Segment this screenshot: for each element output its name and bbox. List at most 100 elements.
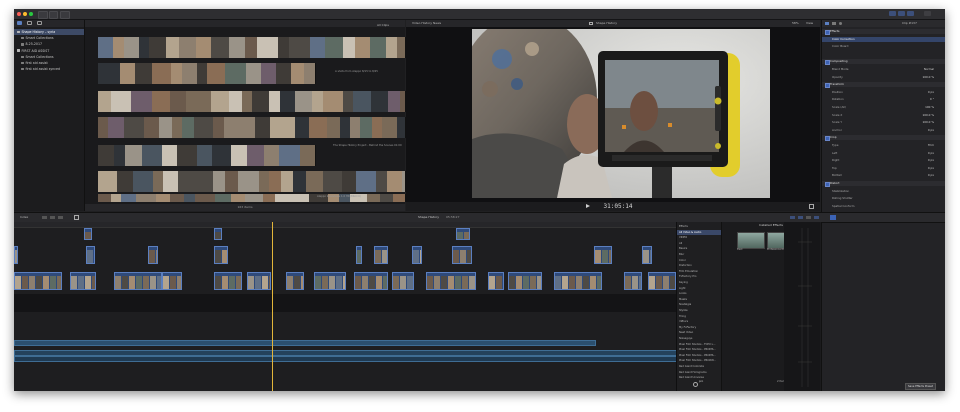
effects-category[interactable]: All Video & Audio (677, 229, 721, 235)
timeline-clip[interactable] (314, 272, 346, 290)
clip-thumbnail[interactable] (280, 117, 296, 138)
effects-category[interactable]: Tiling (677, 314, 721, 319)
enable-checkbox[interactable] (825, 60, 830, 66)
fullscreen-icon[interactable] (809, 204, 814, 209)
effects-category[interactable]: Neat Video (677, 330, 721, 335)
clip-thumbnail[interactable] (211, 37, 230, 58)
filmstrip-row[interactable] (85, 37, 406, 58)
clip-thumbnail[interactable] (246, 63, 262, 84)
clip-thumbnail[interactable] (182, 63, 198, 84)
filmstrip-row[interactable] (85, 171, 406, 192)
timeline-ruler[interactable] (14, 222, 676, 228)
effects-category[interactable]: FxFactory Pro (677, 274, 721, 279)
parameter-value[interactable]: 100.0 % (912, 113, 934, 118)
clip-thumbnail[interactable] (247, 145, 265, 166)
effects-category[interactable]: Noiseguys (677, 336, 721, 341)
clip-thumbnail[interactable] (231, 194, 246, 202)
clip-thumbnail[interactable] (393, 194, 406, 202)
effects-search-field[interactable]: pro (699, 380, 703, 383)
effects-category[interactable]: Film Emulation (677, 269, 721, 274)
clip-thumbnail[interactable] (261, 63, 277, 84)
effects-category[interactable]: My FxFactory (677, 325, 721, 330)
clip-thumbnail[interactable] (133, 171, 154, 192)
play-button[interactable] (586, 204, 590, 208)
clip-thumbnail[interactable] (156, 194, 171, 202)
clip-thumbnail[interactable] (170, 91, 187, 112)
clip-thumbnail[interactable] (245, 194, 264, 202)
skimming-icon[interactable] (790, 216, 795, 219)
effects-category[interactable]: Stylize (677, 308, 721, 313)
clip-thumbnail[interactable] (291, 63, 305, 84)
clip-thumbnail[interactable] (212, 145, 232, 166)
clip-thumbnail[interactable] (144, 117, 160, 138)
libraries-icon[interactable] (17, 21, 22, 25)
parameter-value[interactable]: 0 px (918, 158, 934, 163)
clip-thumbnail[interactable] (275, 194, 296, 202)
parameter-value[interactable]: Normal (914, 67, 934, 72)
photos-icon[interactable] (27, 21, 32, 25)
effects-category[interactable]: Pixel Film Studios - FCPX L... (677, 342, 721, 347)
clip-thumbnail[interactable] (327, 117, 341, 138)
clip-thumbnail[interactable] (162, 145, 178, 166)
library-item[interactable]: FIRST AID ASSIST (14, 48, 84, 54)
clip-thumbnail[interactable] (276, 63, 292, 84)
parameter-value[interactable]: Trim (918, 143, 934, 148)
clip-thumbnail[interactable] (293, 171, 307, 192)
clip-thumbnail[interactable] (135, 63, 153, 84)
clip-thumbnail[interactable] (159, 117, 173, 138)
snapping-icon[interactable] (814, 216, 819, 219)
inspector-section[interactable]: Distort (822, 181, 945, 187)
share-button[interactable] (924, 11, 931, 16)
inspector-parameter[interactable]: Rotation 0 ° (822, 97, 945, 102)
clip-thumbnail[interactable] (231, 145, 248, 166)
clip-thumbnail[interactable] (98, 171, 118, 192)
layout-timeline-toggle[interactable] (898, 11, 905, 16)
effects-category[interactable]: Effects (677, 224, 721, 229)
clip-thumbnail[interactable] (370, 37, 387, 58)
clip-thumbnail[interactable] (382, 117, 398, 138)
library-item[interactable]: Smart Collections (14, 35, 84, 41)
clip-thumbnail[interactable] (355, 37, 371, 58)
library-item[interactable]: first aid assist synced (14, 66, 84, 72)
effects-category[interactable]: Red Giant Holograms (677, 370, 721, 375)
clip-thumbnail[interactable] (289, 37, 311, 58)
clip-thumbnail[interactable] (177, 145, 198, 166)
clip-thumbnail[interactable] (98, 145, 115, 166)
timeline-clip[interactable] (214, 246, 228, 264)
timeline-clip[interactable] (214, 228, 222, 240)
parameter-value[interactable]: 0 px (918, 151, 934, 156)
parameter-value[interactable]: 0 ° (920, 97, 934, 102)
clip-thumbnail[interactable] (367, 194, 381, 202)
timeline-clip[interactable] (247, 272, 271, 290)
inspector-section[interactable]: Effects (822, 29, 945, 35)
parameter-value[interactable]: 100.0 % (912, 120, 934, 125)
clip-thumbnail[interactable] (309, 117, 328, 138)
audio-inspector-icon[interactable] (832, 22, 836, 25)
clip-thumbnail[interactable] (125, 145, 143, 166)
effects-category[interactable]: Color (677, 258, 721, 263)
clip-thumbnail[interactable] (207, 63, 226, 84)
library-item[interactable]: Smart Collections (14, 54, 84, 60)
import-button[interactable] (38, 11, 48, 19)
effects-category[interactable]: Pixel Film Studios - PROXW... (677, 358, 721, 363)
clip-thumbnail[interactable] (397, 117, 406, 138)
inspector-parameter[interactable]: Color Correction (822, 36, 945, 42)
timeline-clip[interactable] (508, 272, 542, 290)
clip-thumbnail[interactable] (197, 145, 213, 166)
clip-thumbnail[interactable] (295, 117, 310, 138)
effects-category[interactable]: Pixel Film Studios - PROMS... (677, 347, 721, 352)
clip-thumbnail[interactable] (356, 171, 377, 192)
parameter-value[interactable]: 0 px (918, 128, 934, 133)
library-item[interactable]: Shape History – syria (14, 29, 84, 35)
enable-checkbox[interactable] (825, 30, 830, 35)
clip-thumbnail[interactable] (136, 194, 157, 202)
inspector-section[interactable]: Crop (822, 135, 945, 142)
audio-clip[interactable] (14, 356, 676, 362)
timeline-clip[interactable] (554, 272, 602, 290)
layout-libraries-toggle[interactable] (889, 11, 896, 16)
background-tasks-button[interactable] (60, 11, 70, 19)
filmstrip-row[interactable] (85, 117, 406, 138)
effects-category[interactable]: Pixel Film Studios - PROMS... (677, 353, 721, 358)
clip-thumbnail[interactable] (325, 37, 344, 58)
clip-thumbnail[interactable] (124, 37, 140, 58)
